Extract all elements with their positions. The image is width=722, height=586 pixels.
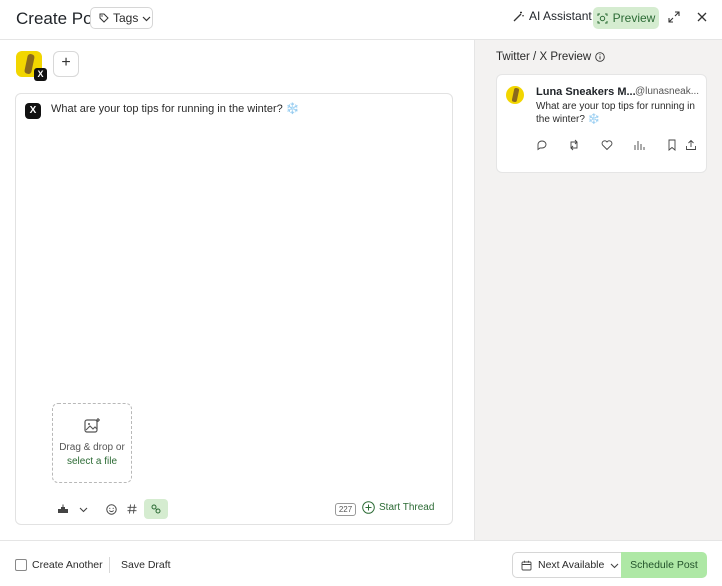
post-editor[interactable]: X What are your top tips for running in … — [15, 93, 453, 525]
tweet-actions — [536, 139, 700, 153]
footer: Create Another Save Draft Next Available… — [0, 540, 722, 586]
emoji-button[interactable] — [102, 499, 120, 519]
expand-icon[interactable] — [668, 11, 680, 23]
calendar-icon — [521, 560, 532, 570]
share-icon — [686, 139, 696, 150]
schedule-post-button[interactable]: Schedule Post — [621, 552, 707, 578]
views-icon — [634, 141, 645, 150]
add-image-icon — [84, 418, 100, 433]
media-library-icon — [58, 504, 68, 513]
bookmark-icon — [668, 139, 676, 151]
save-draft-button[interactable]: Save Draft — [121, 559, 171, 571]
dropzone-text: Drag & drop or — [59, 442, 125, 453]
tweet-author-name: Luna Sneakers M... — [536, 86, 636, 98]
media-library-button[interactable] — [54, 499, 72, 519]
avatar — [506, 86, 524, 104]
x-logo-icon: X — [25, 103, 41, 119]
ai-rewrite-button[interactable] — [144, 499, 168, 519]
tag-icon — [99, 13, 109, 23]
create-another-label[interactable]: Create Another — [32, 559, 103, 571]
schedule-time-dropdown[interactable]: Next Available — [512, 552, 622, 578]
plus-circle-icon — [362, 501, 375, 514]
chevron-down-icon — [79, 507, 87, 512]
header: Create Post Tags AI Assistant Preview — [0, 0, 722, 40]
hashtag-icon — [127, 504, 137, 514]
add-account-button[interactable]: + — [53, 51, 79, 77]
media-dropdown-button[interactable] — [76, 499, 90, 519]
preview-panel: Twitter / X Preview Luna Sneakers M... @… — [475, 40, 722, 540]
create-another-checkbox[interactable] — [15, 559, 27, 571]
x-logo-icon: X — [34, 68, 47, 81]
preview-button[interactable]: Preview — [593, 7, 659, 29]
select-file-link[interactable]: select a file — [53, 456, 131, 467]
composer-panel: X + X What are your top tips for running… — [0, 40, 475, 540]
magic-wand-icon — [513, 11, 524, 21]
ai-assistant-button[interactable]: AI Assistant — [513, 9, 592, 23]
tweet-preview-card: Luna Sneakers M... @lunasneak... What ar… — [496, 74, 707, 173]
emoji-icon — [105, 503, 117, 515]
retweet-icon — [570, 139, 578, 151]
ai-sparkle-icon — [151, 504, 161, 514]
ai-assistant-label: AI Assistant — [529, 9, 592, 23]
reply-icon — [537, 140, 547, 151]
tags-label: Tags — [113, 11, 139, 25]
start-thread-label: Start Thread — [379, 502, 435, 513]
preview-eye-icon — [597, 13, 608, 23]
next-available-label: Next Available — [538, 559, 605, 571]
like-icon — [601, 140, 613, 151]
selected-account[interactable]: X — [16, 51, 47, 81]
tweet-text: What are your top tips for running in th… — [536, 101, 695, 125]
hashtag-button[interactable] — [124, 499, 140, 519]
start-thread-button[interactable]: Start Thread — [362, 501, 434, 514]
info-icon[interactable] — [595, 52, 605, 62]
post-text[interactable]: What are your top tips for running in th… — [51, 102, 299, 115]
preview-heading: Twitter / X Preview — [496, 51, 605, 63]
tweet-author-handle: @lunasneak... — [635, 86, 700, 97]
chevron-down-icon — [610, 563, 619, 568]
character-count: 227 — [335, 503, 356, 516]
tags-button[interactable]: Tags — [90, 7, 153, 29]
divider — [109, 557, 110, 573]
preview-title: Twitter / X Preview — [496, 51, 592, 63]
chevron-down-icon — [142, 16, 151, 21]
media-dropzone[interactable]: Drag & drop or select a file — [52, 403, 132, 483]
preview-label: Preview — [612, 11, 656, 25]
close-icon[interactable] — [696, 11, 708, 23]
